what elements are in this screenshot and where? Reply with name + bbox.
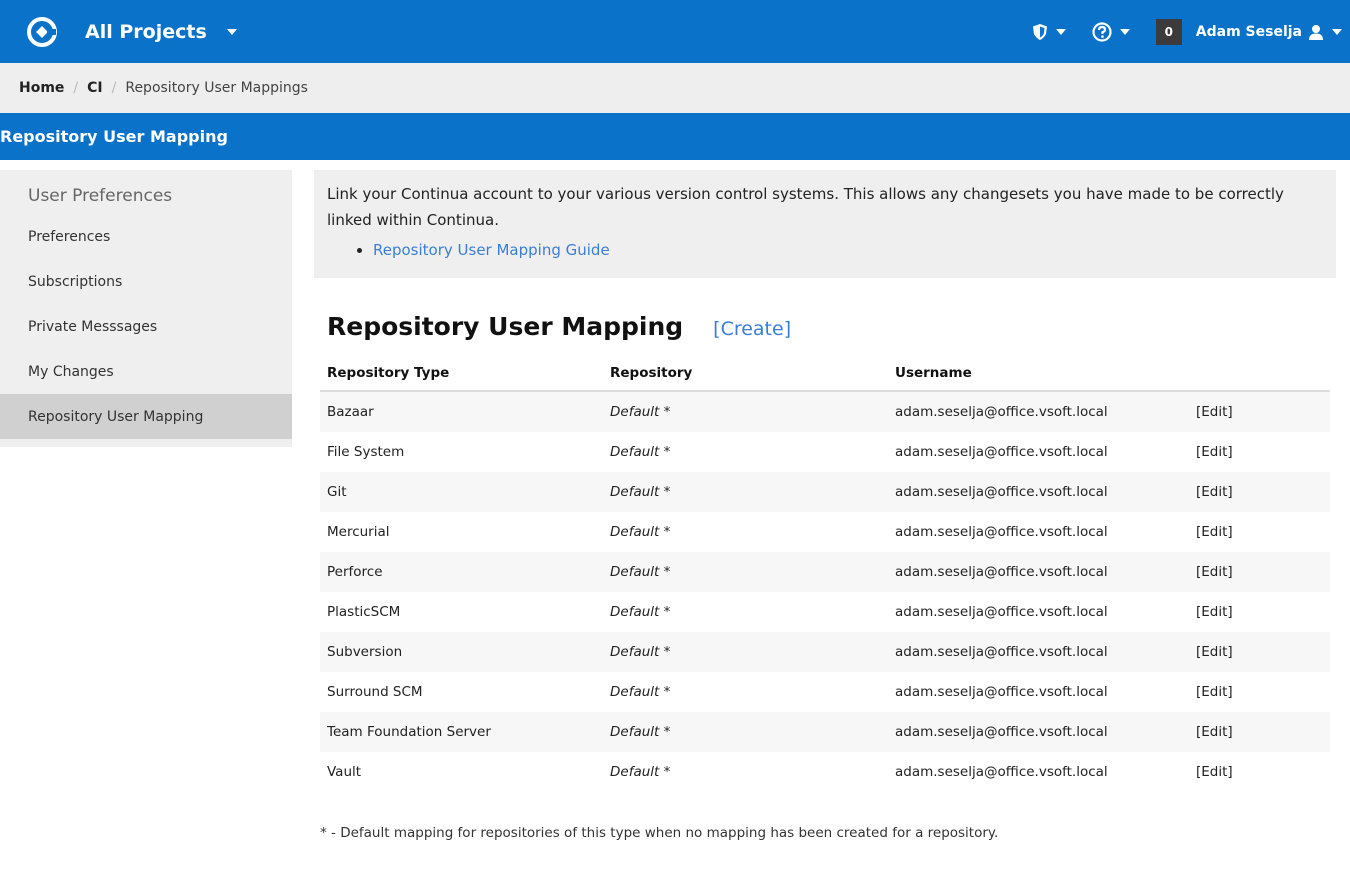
- table-row: Team Foundation Server Default * adam.sese…: [320, 711, 1330, 752]
- user-menu[interactable]: Adam Seselja: [1196, 24, 1342, 40]
- chevron-down-icon: [1332, 28, 1342, 35]
- sidebar-title: User Preferences: [28, 186, 173, 206]
- table-row: Mercurial Default * adam.seselja@office.vs…: [320, 512, 1330, 552]
- username-cell: adam.seselja@office.vsoft.local: [895, 683, 1108, 700]
- column-header-username: Username: [888, 354, 1189, 392]
- footnote: * - Default mapping for repositories of …: [320, 824, 999, 841]
- repository-type-cell: File System: [327, 443, 405, 460]
- edit-link[interactable]: [Edit]: [1189, 752, 1330, 792]
- username-cell: adam.seselja@office.vsoft.local: [888, 551, 1189, 592]
- repository-type-cell: Bazaar: [320, 390, 603, 432]
- top-navbar: All Projects 0 Adam Seselja: [0, 0, 1350, 63]
- project-selector[interactable]: All Projects: [85, 21, 237, 43]
- info-link-item: Repository User Mapping Guide: [373, 238, 1320, 264]
- repository-cell: Default *: [603, 471, 888, 512]
- repository-cell: Default *: [610, 763, 671, 780]
- edit-link[interactable]: [Edit]: [1189, 390, 1330, 432]
- edit-link[interactable]: [Edit]: [1189, 512, 1330, 552]
- table-row: PlasticSCM Default * adam.seselja@office.v…: [320, 592, 1330, 632]
- breadcrumb-current: Repository User Mappings: [125, 80, 308, 96]
- breadcrumb-home[interactable]: Home: [19, 80, 64, 96]
- repository-cell: Default *: [603, 631, 888, 672]
- username-cell: adam.seselja@office.vsoft.local: [888, 471, 1189, 512]
- edit-link[interactable]: [Edit]: [1189, 592, 1330, 632]
- edit-link[interactable]: [Edit]: [1189, 672, 1330, 712]
- table-row: Vault Default * adam.seselja@office.vsoft.…: [320, 752, 1330, 792]
- edit-link[interactable]: [Edit]: [1189, 711, 1330, 752]
- repository-type-cell: Vault: [327, 763, 362, 780]
- repository-type-cell: Surround SCM: [327, 683, 423, 700]
- section-title: Repository User Mapping: [0, 127, 228, 146]
- repository-type-cell: Perforce: [320, 551, 603, 592]
- breadcrumb-separator: /: [73, 80, 79, 96]
- sidebar-item-subscriptions[interactable]: Subscriptions: [0, 259, 292, 304]
- table-row: Bazaar Default * adam.seselja@office.vsoft…: [320, 390, 1330, 432]
- repository-type-cell: PlasticSCM: [327, 603, 401, 620]
- table-row: Perforce Default * adam.seselja@office.vso…: [320, 551, 1330, 592]
- sidebar-item-preferences[interactable]: Preferences: [0, 214, 292, 259]
- help-menu[interactable]: [1092, 21, 1130, 42]
- repository-cell: Default *: [603, 551, 888, 592]
- edit-link[interactable]: [Edit]: [1189, 471, 1330, 512]
- table-row: Git Default * adam.seselja@office.vsoft.lo…: [320, 471, 1330, 512]
- user-icon: [1309, 24, 1323, 40]
- column-header-repository-type: Repository Type: [320, 354, 603, 392]
- main-content: Link your Continua account to your vario…: [292, 170, 1350, 841]
- sidebar-item-private-messages[interactable]: Private Messsages: [0, 304, 292, 349]
- mapping-table: Repository Type Repository Username Baza…: [320, 354, 1330, 792]
- info-text: Link your Continua account to your vario…: [327, 185, 1284, 229]
- shield-icon: [1032, 23, 1047, 40]
- user-name-label: Adam Seselja: [1195, 23, 1302, 40]
- continua-logo-icon[interactable]: [27, 16, 57, 47]
- help-icon: [1092, 21, 1112, 42]
- table-row: File System Default * adam.seselja@office.…: [320, 432, 1330, 472]
- repository-type-cell: Mercurial: [327, 523, 390, 540]
- sidebar-item-repository-user-mapping[interactable]: Repository User Mapping: [0, 394, 292, 439]
- column-header-actions: [1189, 354, 1330, 392]
- table-header-row: Repository Type Repository Username: [320, 354, 1330, 392]
- username-cell: adam.seselja@office.vsoft.local: [888, 390, 1189, 432]
- repository-cell: Default *: [603, 711, 888, 752]
- chevron-down-icon: [1055, 28, 1066, 35]
- username-cell: adam.seselja@office.vsoft.local: [888, 631, 1189, 672]
- section-header: Repository User Mapping: [0, 113, 1350, 160]
- chevron-down-icon: [1119, 28, 1130, 35]
- info-box: Link your Continua account to your vario…: [314, 170, 1336, 278]
- sidebar: User Preferences Preferences Subscriptio…: [0, 170, 292, 447]
- username-cell: adam.seselja@office.vsoft.local: [895, 523, 1108, 540]
- page-title: Repository User Mapping: [327, 311, 684, 341]
- repository-type-cell: Git: [320, 471, 603, 512]
- admin-menu[interactable]: [1032, 23, 1066, 41]
- username-cell: adam.seselja@office.vsoft.local: [895, 603, 1108, 620]
- table-row: Surround SCM Default * adam.seselja@office…: [320, 672, 1330, 712]
- notification-count-badge[interactable]: 0: [1155, 18, 1182, 45]
- column-header-repository: Repository: [603, 354, 888, 392]
- table-row: Subversion Default * adam.seselja@office.v…: [320, 631, 1330, 672]
- edit-link[interactable]: [Edit]: [1189, 631, 1330, 672]
- repository-type-cell: Team Foundation Server: [320, 711, 603, 752]
- username-cell: adam.seselja@office.vsoft.local: [895, 763, 1108, 780]
- repository-cell: Default *: [610, 603, 671, 620]
- breadcrumb-ci[interactable]: CI: [87, 80, 102, 96]
- username-cell: adam.seselja@office.vsoft.local: [888, 711, 1189, 752]
- info-links: Repository User Mapping Guide: [327, 238, 1320, 264]
- repository-user-mapping-guide-link[interactable]: Repository User Mapping Guide: [373, 241, 610, 259]
- breadcrumb: Home / CI / Repository User Mappings: [0, 63, 1350, 113]
- repository-cell: Default *: [610, 683, 671, 700]
- project-selector-label: All Projects: [85, 20, 207, 43]
- edit-link[interactable]: [Edit]: [1189, 432, 1330, 472]
- breadcrumb-separator: /: [111, 80, 117, 96]
- repository-cell: Default *: [610, 443, 671, 460]
- sidebar-item-my-changes[interactable]: My Changes: [0, 349, 292, 394]
- heading-row: Repository User Mapping [Create]: [327, 312, 1336, 341]
- username-cell: adam.seselja@office.vsoft.local: [895, 443, 1108, 460]
- edit-link[interactable]: [Edit]: [1189, 551, 1330, 592]
- repository-cell: Default *: [610, 523, 671, 540]
- chevron-down-icon: [226, 28, 237, 35]
- create-link[interactable]: [Create]: [713, 318, 791, 340]
- repository-type-cell: Subversion: [320, 631, 603, 672]
- repository-cell: Default *: [603, 390, 888, 432]
